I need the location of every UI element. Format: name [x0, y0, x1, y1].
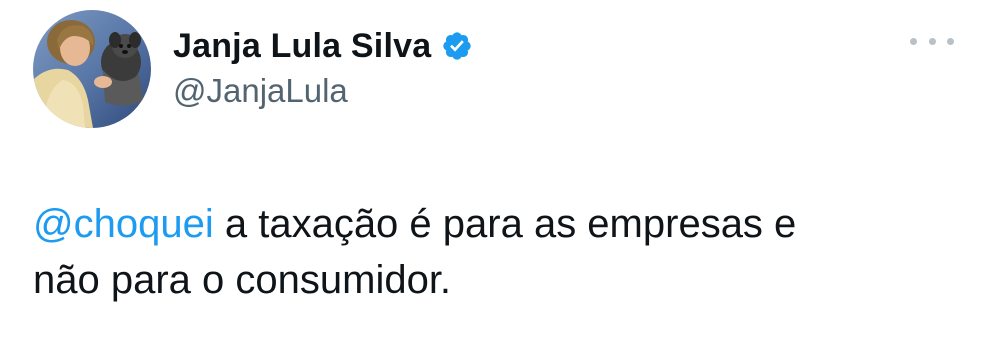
author-handle[interactable]: @JanjaLula: [173, 72, 348, 110]
tweet-card: Janja Lula Silva @JanjaLula @choquei a t…: [0, 0, 984, 348]
more-options-icon[interactable]: [910, 28, 954, 54]
tweet-text-line2: não para o consumidor.: [33, 258, 452, 302]
mention-link[interactable]: @choquei: [33, 202, 214, 246]
avatar-image: [33, 10, 151, 128]
tweet-text: @choquei a taxação é para as empresas e …: [33, 196, 953, 308]
author-avatar[interactable]: [33, 10, 151, 128]
more-dot: [947, 37, 954, 45]
more-dot: [910, 37, 917, 45]
more-dot: [928, 37, 936, 45]
tweet-text-line1: a taxação é para as empresas e: [213, 202, 797, 246]
verified-badge-icon: [441, 30, 473, 62]
author-display-name[interactable]: Janja Lula Silva: [173, 27, 431, 66]
author-name-row: Janja Lula Silva: [173, 24, 473, 68]
